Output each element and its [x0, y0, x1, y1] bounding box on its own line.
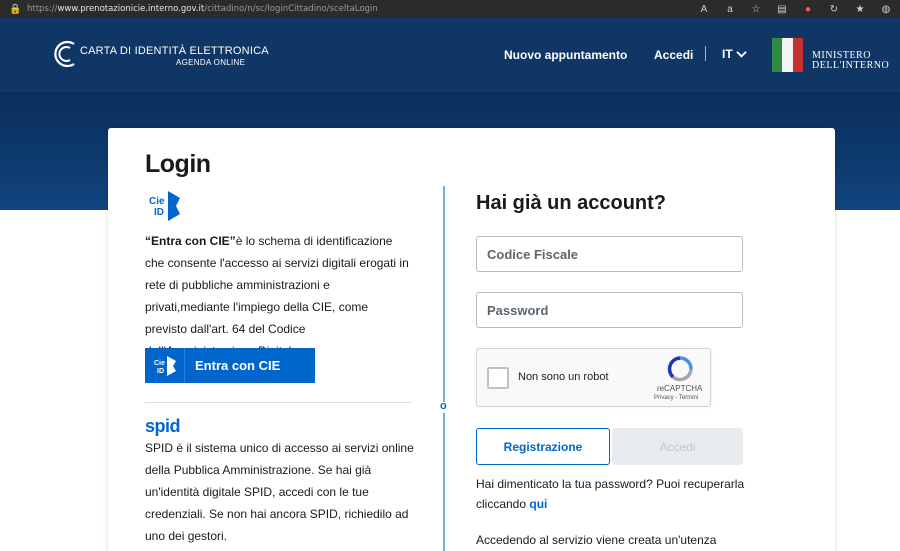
cie-brand-logo-icon[interactable]	[50, 38, 80, 70]
cie-description: “Entra con CIE”è lo schema di identifica…	[145, 230, 410, 362]
lock-icon[interactable]: 🔒	[9, 4, 21, 15]
recaptcha-label: Non sono un robot	[518, 371, 609, 383]
register-button[interactable]: Registrazione	[476, 428, 610, 465]
url-path: /cittadino/n/sc/loginCittadino/sceltaLog…	[204, 4, 378, 14]
page-title: Login	[145, 150, 211, 178]
browser-address-bar: 🔒 https://www.prenotazionicie.interno.go…	[0, 0, 900, 18]
entra-con-cie-button[interactable]: Cie ID Entra con CIE	[145, 348, 315, 383]
url-host: www.prenotazionicie.interno.gov.it	[57, 4, 205, 14]
codice-fiscale-input[interactable]	[476, 236, 743, 272]
ministry-line-2: DELL'INTERNO	[812, 60, 890, 71]
forgot-password-message: Hai dimenticato la tua password? Puoi re…	[476, 477, 745, 511]
spid-description: SPID è il sistema unico di accesso ai se…	[145, 441, 414, 543]
recaptcha-links[interactable]: Privacy - Termini	[654, 395, 698, 401]
italian-flag-icon	[772, 38, 803, 72]
svg-text:ID: ID	[154, 207, 164, 218]
read-aloud-icon[interactable]: A	[698, 4, 710, 15]
nav-login[interactable]: Accedi	[654, 48, 693, 62]
forgot-password-text: Hai dimenticato la tua password? Puoi re…	[476, 474, 756, 514]
spid-logo: spid	[145, 416, 181, 436]
cie-button-icon: Cie ID	[145, 348, 185, 383]
recaptcha-widget: Non sono un robot reCAPTCHA Privacy - Te…	[476, 348, 711, 407]
refresh-extension-icon[interactable]: ↻	[828, 4, 840, 15]
svg-text:Cie: Cie	[149, 196, 165, 207]
cie-id-white-icon: Cie ID	[154, 355, 176, 376]
brand-subtitle: AGENDA ONLINE	[176, 58, 246, 67]
url-prefix: https://	[27, 4, 58, 14]
login-button[interactable]: Accedi	[612, 428, 743, 465]
recaptcha-brand: reCAPTCHA	[657, 384, 703, 393]
forgot-password-link[interactable]: qui	[529, 497, 547, 511]
account-creation-note: Accedendo al servizio viene creata un'ut…	[476, 533, 717, 547]
browser-toolbar-icons: A a ☆ ▤ ● ↻ ★ ◍	[698, 0, 892, 18]
nav-separator	[705, 46, 706, 61]
chevron-down-icon[interactable]	[736, 49, 747, 60]
profile-icon[interactable]: ◍	[880, 4, 892, 15]
extension-icon[interactable]: ▤	[776, 4, 788, 15]
cie-id-logo-icon: Cie ID	[149, 191, 180, 221]
favorite-star-icon[interactable]: ☆	[750, 4, 762, 15]
cie-description-bold: “Entra con CIE”	[145, 234, 236, 248]
recaptcha-checkbox[interactable]	[487, 367, 509, 389]
recaptcha-icon	[667, 356, 693, 382]
vertical-divider-top	[443, 186, 445, 402]
divider-or-label: o	[440, 400, 447, 412]
svg-text:ID: ID	[157, 368, 164, 375]
favorites-icon[interactable]: ★	[854, 4, 866, 15]
translate-icon[interactable]: a	[724, 4, 736, 15]
account-title: Hai già un account?	[476, 192, 667, 214]
brand-title[interactable]: CARTA DI IDENTITÀ ELETTRONICA	[80, 45, 269, 57]
url-field[interactable]: https://www.prenotazionicie.interno.gov.…	[27, 4, 378, 14]
vertical-divider-bottom	[443, 413, 445, 551]
entra-con-cie-label: Entra con CIE	[195, 358, 281, 373]
password-input[interactable]	[476, 292, 743, 328]
left-divider	[145, 402, 411, 403]
cie-description-rest: è lo schema di identificazione che conse…	[145, 234, 409, 358]
site-header: CARTA DI IDENTITÀ ELETTRONICA AGENDA ONL…	[0, 18, 900, 92]
nav-new-appointment[interactable]: Nuovo appuntamento	[504, 48, 627, 62]
ministry-name: MINISTERO DELL'INTERNO	[812, 51, 889, 71]
language-selector[interactable]: IT	[722, 47, 733, 61]
svg-text:Cie: Cie	[154, 360, 165, 367]
record-extension-icon[interactable]: ●	[802, 4, 814, 15]
